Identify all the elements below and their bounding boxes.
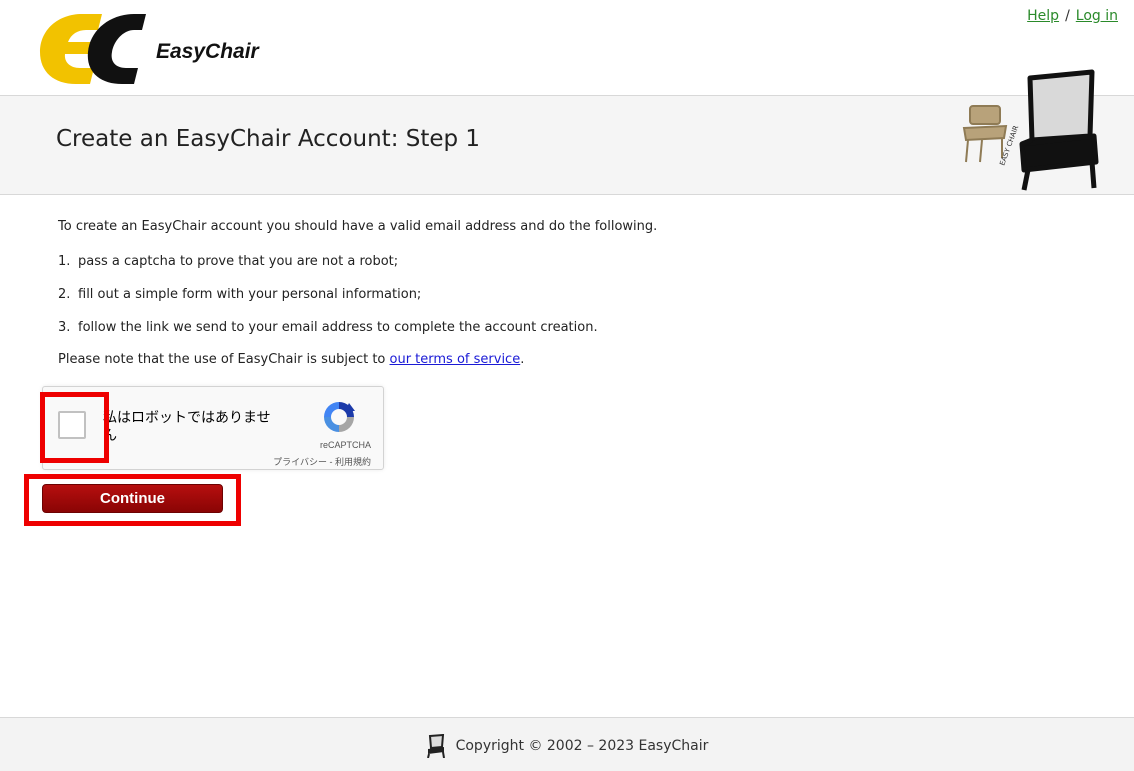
- step-number: 3.: [58, 319, 71, 335]
- step-text: pass a captcha to prove that you are not…: [78, 253, 399, 269]
- logo-text: EasyChair: [156, 40, 259, 63]
- help-link[interactable]: Help: [1027, 8, 1059, 24]
- page: EasyChair Help / Log in Create an EasyChai…: [0, 0, 1134, 771]
- chair-icon: [426, 734, 445, 758]
- footer: Copyright © 2002 – 2023 EasyChair: [0, 717, 1134, 771]
- chairs-illustration-icon: EASY CHAIR: [962, 69, 1099, 191]
- step-item-3: 3. follow the link we send to your email …: [58, 319, 1098, 338]
- step-text: fill out a simple form with your persona…: [78, 286, 422, 302]
- easychair-logo[interactable]: EasyChair: [38, 8, 259, 88]
- steps-list: 1. pass a captcha to prove that you are n…: [58, 253, 1098, 338]
- page-title: Create an EasyChair Account: Step 1: [56, 126, 481, 152]
- terms-of-service-link[interactable]: our terms of service: [390, 352, 521, 367]
- login-link[interactable]: Log in: [1076, 8, 1118, 24]
- recaptcha-terms-link[interactable]: 利用規約: [335, 457, 371, 467]
- terms-prefix: Please note that the use of EasyChair is…: [58, 352, 390, 368]
- step-number: 2.: [58, 286, 71, 302]
- main-content: To create an EasyChair account you shoul…: [58, 218, 1098, 370]
- recaptcha-privacy-link[interactable]: プライバシー: [273, 457, 327, 467]
- recaptcha-logo-icon: [324, 402, 355, 432]
- header-band: Create an EasyChair Account: Step 1 EASY…: [0, 69, 1134, 195]
- top-links: Help / Log in: [1027, 8, 1118, 24]
- recaptcha-links-separator: -: [326, 457, 335, 467]
- top-links-separator: /: [1065, 8, 1070, 24]
- footer-content: Copyright © 2002 – 2023 EasyChair: [0, 734, 1134, 758]
- recaptcha-checkbox[interactable]: [58, 411, 86, 439]
- recaptcha-widget: 私はロボットではありません reCAPTCHA プライバシー - 利用規約: [42, 386, 384, 470]
- recaptcha-label: 私はロボットではありません: [103, 410, 271, 444]
- step-item-2: 2. fill out a simple form with your perso…: [58, 286, 1098, 305]
- copyright-text: Copyright © 2002 – 2023 EasyChair: [455, 738, 709, 754]
- step-number: 1.: [58, 253, 71, 269]
- continue-button[interactable]: Continue: [42, 484, 223, 513]
- step-item-1: 1. pass a captcha to prove that you are n…: [58, 253, 1098, 272]
- recaptcha-brand: reCAPTCHA: [319, 440, 371, 450]
- step-text: follow the link we send to your email ad…: [78, 319, 598, 335]
- terms-suffix: .: [520, 352, 525, 368]
- terms-notice: Please note that the use of EasyChair is…: [58, 351, 1098, 370]
- recaptcha-links: プライバシー - 利用規約: [273, 455, 371, 468]
- intro-text: To create an EasyChair account you shoul…: [58, 219, 658, 234]
